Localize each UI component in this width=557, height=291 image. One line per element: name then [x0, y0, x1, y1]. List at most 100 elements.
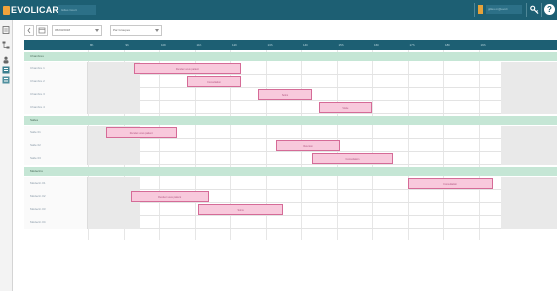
appointment-text: Soins: [237, 209, 244, 212]
chevron-down-icon: [95, 29, 99, 32]
appointment-text: Visite: [342, 107, 349, 110]
group-select[interactable]: Par Groupes: [110, 25, 162, 36]
resource-row[interactable]: Chambre 3 Soins: [24, 88, 557, 101]
unavailable-slot: [88, 216, 140, 229]
unavailable-slot: [88, 203, 140, 216]
resource-label: Chambre 1: [24, 62, 88, 75]
unavailable-slot: [501, 75, 557, 88]
time-column-label: 10h: [161, 43, 167, 47]
time-column-label: 17h: [409, 43, 415, 47]
document-icon[interactable]: [2, 26, 10, 34]
group-header-label: Chambres: [30, 54, 44, 58]
resource-row[interactable]: Médecin 03 Soins: [24, 203, 557, 216]
resource-label: Chambre 2: [24, 75, 88, 88]
unavailable-slot: [501, 126, 557, 139]
left-sidebar: [0, 20, 13, 291]
tree-icon[interactable]: [2, 41, 10, 49]
divider: [526, 3, 527, 17]
unavailable-slot: [501, 177, 557, 190]
appointment-block[interactable]: Rendez-vous patient: [130, 191, 209, 202]
appointment-block[interactable]: Consultation: [187, 76, 241, 87]
unavailable-slot: [501, 101, 557, 114]
appointment-block[interactable]: Consultation: [407, 178, 493, 189]
calendar-button[interactable]: [36, 25, 48, 36]
appointment-text: Rendez-vous patient: [175, 68, 199, 71]
time-column-label: 12h: [232, 43, 238, 47]
appointment-block[interactable]: Rendez-vous patient: [134, 63, 241, 74]
appointment-block[interactable]: Soins: [198, 204, 284, 215]
planning-grid: 8h 9h 10h 11h 12h 13h 14h 15h 16h 17h 18h 19h Chamb…: [24, 40, 557, 240]
prev-button[interactable]: [24, 25, 34, 36]
unavailable-slot: [88, 177, 140, 190]
date-select[interactable]: 05/03/2018: [52, 25, 102, 36]
time-column-label: 18h: [445, 43, 451, 47]
chevron-down-icon: [155, 29, 159, 32]
unavailable-slot: [88, 62, 140, 75]
unavailable-slot: [88, 75, 140, 88]
unavailable-slot: [501, 139, 557, 152]
appointment-block[interactable]: Réunion: [276, 140, 341, 151]
appointment-block[interactable]: Rendez-vous patient: [105, 127, 177, 138]
date-value: 05/03/2018: [55, 28, 71, 32]
group-header-label: Médecins: [30, 169, 43, 173]
unavailable-slot: [501, 216, 557, 229]
resource-row[interactable]: Chambre 2 Consultation: [24, 75, 557, 88]
unavailable-slot: [501, 190, 557, 203]
list-icon[interactable]: [2, 76, 10, 84]
group-header-label: Salles: [30, 118, 39, 122]
resource-label: Médecin 02: [24, 190, 88, 203]
appointment-block[interactable]: Consultation: [311, 153, 394, 164]
key-icon[interactable]: [530, 5, 539, 15]
time-column-label: 11h: [196, 43, 202, 47]
divider: [541, 3, 542, 17]
group-header[interactable]: Chambres: [24, 52, 557, 61]
people-icon[interactable]: [2, 56, 10, 64]
appointment-text: Consultation: [345, 158, 360, 161]
unavailable-slot: [501, 88, 557, 101]
unavailable-slot: [88, 88, 140, 101]
appointment-block[interactable]: Visite: [318, 102, 372, 113]
resource-label: Chambre 4: [24, 101, 88, 114]
time-column-label: 16h: [374, 43, 380, 47]
unavailable-slot: [88, 152, 140, 165]
unavailable-slot: [88, 139, 140, 152]
group-value: Par Groupes: [113, 28, 131, 32]
user-menu[interactable]: gilles.m@evoli: [486, 5, 522, 14]
resource-row[interactable]: Médecin 02 Rendez-vous patient: [24, 190, 557, 203]
time-column-label: 13h: [267, 43, 273, 47]
calendar-icon: [38, 27, 46, 34]
resource-row[interactable]: Chambre 1 Rendez-vous patient: [24, 62, 557, 75]
resource-row[interactable]: Salle 03 Consultation: [24, 152, 557, 165]
resource-row[interactable]: Médecin 01 Consultation: [24, 177, 557, 190]
appointment-text: Soins: [281, 94, 289, 97]
time-column-label: 15h: [338, 43, 344, 47]
appointment-block[interactable]: Soins: [258, 89, 312, 100]
resource-row[interactable]: Salle 01 Rendez-vous patient: [24, 126, 557, 139]
site-selector[interactable]: Gilles Court: [58, 5, 96, 15]
time-header: 8h 9h 10h 11h 12h 13h 14h 15h 16h 17h 18h 19h: [24, 40, 557, 50]
resource-row[interactable]: Chambre 4 Visite: [24, 101, 557, 114]
unavailable-slot: [501, 203, 557, 216]
group-header[interactable]: Salles: [24, 116, 557, 125]
time-column-label: 8h: [90, 43, 94, 47]
app-logo[interactable]: EVOLICARE: [3, 4, 65, 16]
appointment-text: Rendez-vous patient: [158, 196, 182, 199]
chart-icon[interactable]: [2, 66, 10, 74]
appointment-text: Consultation: [443, 183, 458, 186]
help-icon[interactable]: ?: [544, 4, 555, 15]
user-avatar[interactable]: [478, 5, 483, 14]
appointment-text: Consultation: [207, 81, 221, 84]
logo-mark: [3, 5, 10, 15]
resource-row[interactable]: Médecin 04: [24, 216, 557, 229]
unavailable-slot: [501, 152, 557, 165]
resource-label: Médecin 03: [24, 203, 88, 216]
unavailable-slot: [501, 62, 557, 75]
appointment-text: Réunion: [303, 145, 313, 148]
resource-label: Médecin 04: [24, 216, 88, 229]
chevron-left-icon: [27, 27, 31, 34]
group-header[interactable]: Médecins: [24, 167, 557, 176]
resource-row[interactable]: Salle 02 Réunion: [24, 139, 557, 152]
resource-label: Salle 02: [24, 139, 88, 152]
divider: [474, 3, 475, 17]
time-column-label: 14h: [303, 43, 309, 47]
